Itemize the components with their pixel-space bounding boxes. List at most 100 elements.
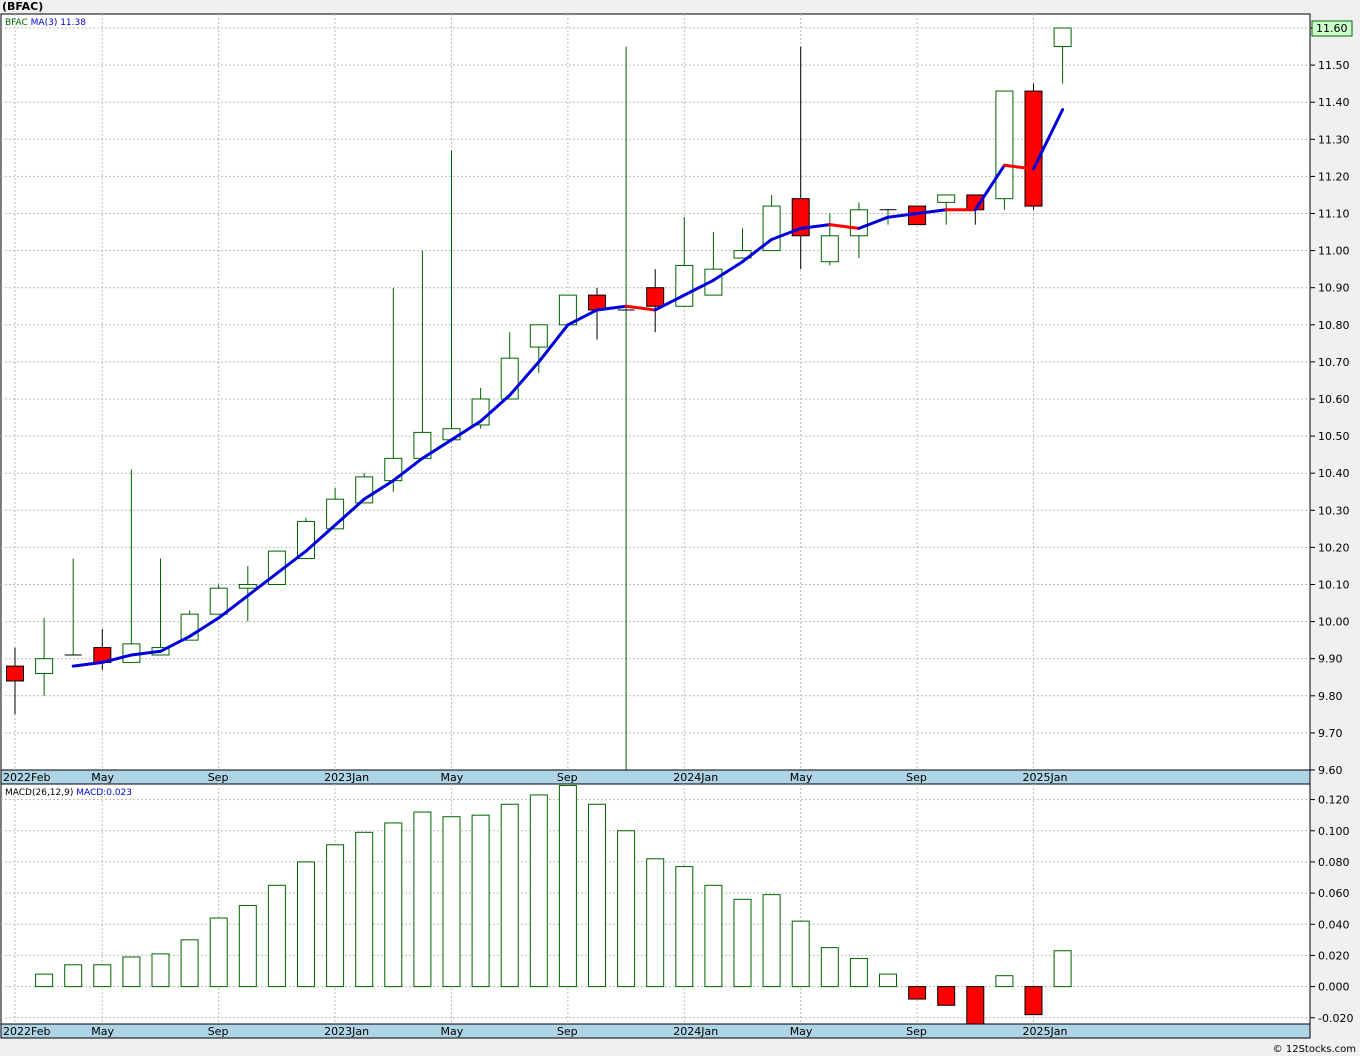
macd-x-tick-label: 2025Jan <box>1023 1025 1068 1038</box>
macd-bar <box>529 794 548 988</box>
price-legend: BFAC MA(3) 11.38 <box>5 18 86 28</box>
price-tick-label: 10.60 <box>1318 393 1350 406</box>
price-x-tick-label: 2024Jan <box>673 771 718 784</box>
macd-tick-label: 0.120 <box>1318 794 1350 807</box>
macd-bar <box>937 986 956 1006</box>
price-tick-label: 10.00 <box>1318 616 1350 629</box>
macd-x-tick-label: 2022Feb <box>3 1025 50 1038</box>
macd-tick-label: 0.000 <box>1318 981 1350 994</box>
candle-body <box>6 665 24 682</box>
stock-chart: 9.60 9.70 9.80 9.90 10.00 10.10 10.20 10.30 10.4… <box>0 13 1353 1039</box>
macd-bar <box>908 986 927 1000</box>
macd-bar <box>704 884 723 988</box>
macd-x-tick-label: May <box>790 1025 813 1038</box>
price-x-axis-strip <box>0 769 1311 785</box>
macd-bar <box>238 905 257 988</box>
price-x-tick-label: Sep <box>557 771 578 784</box>
price-tick-label: 11.00 <box>1318 245 1350 258</box>
macd-bar <box>733 898 752 988</box>
macd-bar <box>675 866 694 988</box>
price-tick-label: 11.30 <box>1318 133 1350 146</box>
price-tick-label: 10.10 <box>1318 579 1350 592</box>
candle-body <box>995 90 1014 200</box>
candle-body <box>35 658 54 675</box>
price-tick-label: 11.10 <box>1318 208 1350 221</box>
macd-tick-label: 0.060 <box>1318 887 1350 900</box>
candle-body <box>849 209 868 237</box>
macd-bar <box>849 958 868 988</box>
macd-bar <box>588 803 606 988</box>
price-tick-label: 10.30 <box>1318 504 1350 517</box>
macd-x-tick-label: Sep <box>208 1025 229 1038</box>
price-tick-label: 11.20 <box>1318 170 1350 183</box>
price-tick-label: 11.50 <box>1318 59 1350 72</box>
candle-body <box>1053 27 1072 48</box>
macd-bar <box>879 973 897 988</box>
price-x-tick-label: 2022Feb <box>3 771 50 784</box>
macd-tick-label: 0.040 <box>1318 918 1350 931</box>
macd-bar <box>209 917 228 988</box>
price-tick-label: 11.40 <box>1318 96 1350 109</box>
price-tick-label: 9.90 <box>1318 653 1343 666</box>
candle-body <box>675 264 694 307</box>
candle-body <box>646 287 665 307</box>
price-x-tick-label: Sep <box>906 771 927 784</box>
macd-tick-label: -0.020 <box>1318 1012 1353 1025</box>
macd-bar <box>500 803 519 988</box>
price-tick-label: 10.20 <box>1318 541 1350 554</box>
macd-bar <box>93 964 112 988</box>
candle-body <box>820 235 839 263</box>
macd-bar <box>617 830 636 988</box>
candle-body <box>937 194 956 203</box>
price-x-tick-label: Sep <box>208 771 229 784</box>
macd-bar <box>966 986 985 1025</box>
macd-bar <box>355 831 374 988</box>
price-tick-label: 10.90 <box>1318 282 1350 295</box>
price-tick-label: 10.50 <box>1318 430 1350 443</box>
macd-bar <box>1053 950 1072 988</box>
price-tick-label: 10.40 <box>1318 467 1350 480</box>
candle-body <box>529 324 548 348</box>
macd-bar <box>64 964 83 988</box>
price-tick-label: 10.80 <box>1318 319 1350 332</box>
macd-bar <box>995 975 1014 988</box>
price-x-tick-label: May <box>91 771 114 784</box>
price-tick-label: 9.80 <box>1318 690 1343 703</box>
macd-bar <box>471 814 490 988</box>
price-tick-label: 9.60 <box>1318 764 1343 777</box>
macd-bar <box>122 956 141 988</box>
candle-body <box>209 587 228 615</box>
macd-x-tick-label: May <box>91 1025 114 1038</box>
macd-bar <box>267 884 286 988</box>
macd-x-tick-label: 2024Jan <box>673 1025 718 1038</box>
candle-body <box>1024 90 1043 207</box>
macd-bar <box>151 953 170 988</box>
price-tick-label: 10.70 <box>1318 356 1350 369</box>
macd-bar <box>820 947 839 988</box>
macd-x-axis-strip <box>0 1023 1311 1039</box>
macd-bar <box>1024 986 1043 1016</box>
macd-bar <box>791 920 810 988</box>
macd-bar <box>762 894 781 988</box>
macd-x-tick-label: May <box>441 1025 464 1038</box>
macd-tick-label: 0.020 <box>1318 949 1350 962</box>
price-x-tick-label: May <box>790 771 813 784</box>
macd-bar <box>413 811 432 988</box>
macd-bar <box>297 861 315 988</box>
macd-x-tick-label: 2023Jan <box>324 1025 369 1038</box>
last-price-label: 11.60 <box>1316 22 1348 35</box>
macd-tick-label: 0.100 <box>1318 825 1350 838</box>
macd-bar <box>326 844 345 988</box>
macd-bar <box>384 822 403 988</box>
macd-bar <box>35 973 54 988</box>
footer-credit: © 12Stocks.com <box>1272 1044 1356 1055</box>
price-tick-label: 9.70 <box>1318 727 1343 740</box>
candle-body <box>238 584 257 589</box>
price-panel <box>0 13 1311 771</box>
macd-tick-label: 0.080 <box>1318 856 1350 869</box>
price-x-tick-label: 2025Jan <box>1023 771 1068 784</box>
macd-x-tick-label: Sep <box>557 1025 578 1038</box>
price-x-tick-label: 2023Jan <box>324 771 369 784</box>
price-x-tick-label: May <box>441 771 464 784</box>
candle-body <box>500 357 519 400</box>
